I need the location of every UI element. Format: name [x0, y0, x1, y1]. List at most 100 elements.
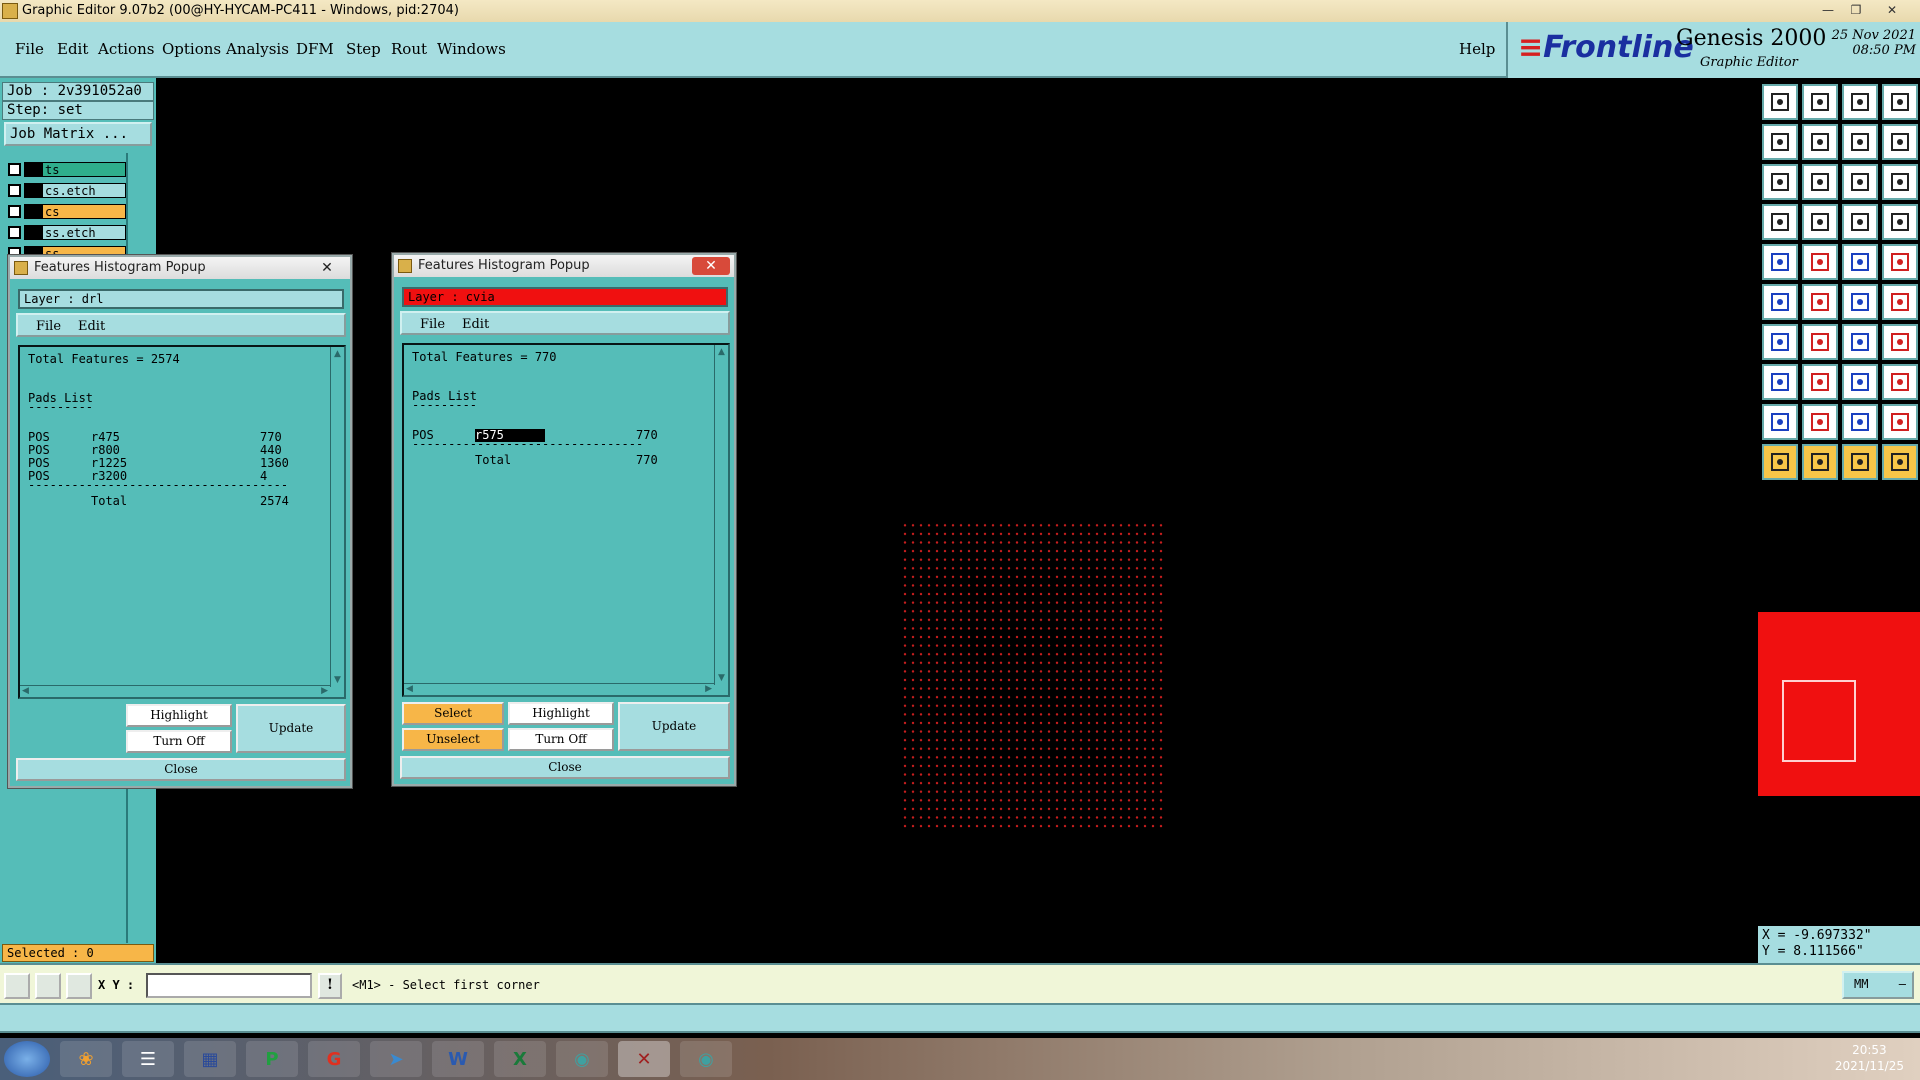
connect-icon[interactable]	[1842, 284, 1878, 320]
excel-app-icon[interactable]: X	[494, 1041, 546, 1077]
minus-icon[interactable]	[1802, 364, 1838, 400]
layer-checkbox[interactable]	[8, 184, 21, 197]
g-app-icon[interactable]: G	[308, 1041, 360, 1077]
layout-icon[interactable]	[1882, 84, 1918, 120]
menu-step[interactable]: Step	[346, 40, 381, 58]
xy-input[interactable]	[146, 973, 312, 998]
drill-icon[interactable]	[1762, 204, 1798, 240]
layer-checkbox[interactable]	[8, 226, 21, 239]
scroll-left-icon[interactable]: ◀	[406, 684, 413, 694]
close-button[interactable]: Close	[400, 756, 730, 779]
layer-row[interactable]: cs	[4, 203, 126, 220]
triangle-icon[interactable]	[1762, 404, 1798, 440]
popup-menu-file[interactable]: File	[420, 317, 445, 332]
scroll-up-icon[interactable]: ▲	[718, 347, 725, 357]
histogram-list[interactable]: Total Features = 770 Pads List ---------…	[402, 343, 730, 697]
slope-icon[interactable]	[1762, 324, 1798, 360]
job-matrix-button[interactable]: Job Matrix ...	[4, 122, 152, 146]
unselect-button[interactable]: Unselect	[402, 728, 504, 751]
layer-checkbox[interactable]	[8, 163, 21, 176]
vertical-scrollbar[interactable]: ▲ ▼	[714, 345, 728, 685]
horizontal-scrollbar[interactable]: ◀ ▶	[404, 683, 714, 695]
pick-icon[interactable]	[1842, 444, 1878, 480]
exclamation-icon[interactable]: !	[318, 973, 342, 999]
layer-name[interactable]: ts	[42, 162, 126, 177]
histogram-list[interactable]: Total Features = 2574 Pads List --------…	[18, 345, 346, 699]
zoom-icon[interactable]	[1802, 164, 1838, 200]
scroll-down-icon[interactable]: ▼	[718, 673, 725, 683]
copy-icon[interactable]	[1882, 364, 1918, 400]
menu-file[interactable]: File	[15, 40, 44, 58]
popup-close-icon[interactable]: ✕	[308, 259, 346, 277]
word-app-icon[interactable]: W	[432, 1041, 484, 1077]
route-icon[interactable]	[1882, 124, 1918, 160]
expand-icon[interactable]	[1842, 364, 1878, 400]
multi-icon[interactable]	[1882, 444, 1918, 480]
home-icon[interactable]	[1842, 84, 1878, 120]
scroll-right-icon[interactable]: ▶	[705, 684, 712, 694]
close-button[interactable]: Close	[16, 758, 346, 781]
highlight-button[interactable]: Highlight	[508, 702, 614, 725]
prev-step-icon[interactable]	[1762, 124, 1798, 160]
arc-icon[interactable]	[1842, 324, 1878, 360]
ruler-v-icon[interactable]	[1842, 204, 1878, 240]
select-icon[interactable]	[1802, 444, 1838, 480]
line-icon[interactable]	[1802, 204, 1838, 240]
popup-menu-edit[interactable]: Edit	[78, 319, 105, 334]
letter-a2-icon[interactable]	[1842, 404, 1878, 440]
snap-icon[interactable]	[1842, 124, 1878, 160]
next-step-icon[interactable]	[1802, 124, 1838, 160]
layer-name[interactable]: cs.etch	[42, 183, 126, 198]
layer-row[interactable]: ss.etch	[4, 224, 126, 241]
ruler-h-icon[interactable]	[1882, 204, 1918, 240]
minimize-icon[interactable]: —	[1816, 2, 1840, 18]
scroll-up-icon[interactable]: ▲	[334, 349, 341, 359]
layer-row[interactable]: cs.etch	[4, 182, 126, 199]
zoom-window-icon[interactable]	[4, 973, 30, 999]
letter-a3-icon[interactable]	[1882, 404, 1918, 440]
overview-viewport-frame[interactable]	[1782, 680, 1856, 762]
menu-dfm[interactable]: DFM	[296, 40, 334, 58]
shape-icon[interactable]	[1802, 244, 1838, 280]
edit-line-icon[interactable]	[1802, 324, 1838, 360]
help-icon[interactable]	[1882, 164, 1918, 200]
layer-checkbox[interactable]	[8, 205, 21, 218]
system-clock[interactable]: 20:53 2021/11/25	[1835, 1042, 1904, 1074]
menu-rout[interactable]: Rout	[391, 40, 427, 58]
start-button-icon[interactable]	[4, 1041, 50, 1077]
grid-icon[interactable]	[66, 973, 92, 999]
eye-app-icon[interactable]: ◉	[556, 1041, 608, 1077]
zoom-diagonal-icon[interactable]	[35, 973, 61, 999]
layer-name[interactable]: ss.etch	[42, 225, 126, 240]
layer-row[interactable]: ts	[4, 161, 126, 178]
popup-menu-file[interactable]: File	[36, 319, 61, 334]
update-button[interactable]: Update	[618, 702, 730, 751]
menu-options[interactable]: Options	[162, 40, 221, 58]
popup-close-icon[interactable]: ✕	[692, 257, 730, 275]
scroll-left-icon[interactable]: ◀	[22, 686, 29, 696]
restore-icon[interactable]: ❐	[1844, 2, 1868, 18]
link-icon[interactable]	[1882, 284, 1918, 320]
folder-app-icon[interactable]: ❀	[60, 1041, 112, 1077]
pad-icon[interactable]	[1762, 364, 1798, 400]
layer-name[interactable]: cs	[42, 204, 126, 219]
fit-icon[interactable]	[1762, 164, 1798, 200]
menu-edit[interactable]: Edit	[57, 40, 88, 58]
eye2-app-icon[interactable]: ◉	[680, 1041, 732, 1077]
letter-a-icon[interactable]	[1802, 404, 1838, 440]
highlight-button[interactable]: Highlight	[126, 704, 232, 727]
turn-off-button[interactable]: Turn Off	[126, 730, 232, 753]
chat-app-icon[interactable]: ➤	[370, 1041, 422, 1077]
pointer-icon[interactable]	[1762, 444, 1798, 480]
scroll-right-icon[interactable]: ▶	[321, 686, 328, 696]
select-button[interactable]: Select	[402, 702, 504, 725]
cross-icon[interactable]	[1802, 284, 1838, 320]
circle-icon[interactable]	[1882, 244, 1918, 280]
units-selector[interactable]: MM —	[1842, 971, 1914, 999]
open-icon[interactable]	[1802, 84, 1838, 120]
overview-map[interactable]	[1758, 612, 1920, 796]
turn-off-button[interactable]: Turn Off	[508, 728, 614, 751]
save-icon[interactable]	[1762, 84, 1798, 120]
measure-icon[interactable]	[1842, 244, 1878, 280]
close-icon[interactable]: ✕	[1880, 2, 1904, 18]
